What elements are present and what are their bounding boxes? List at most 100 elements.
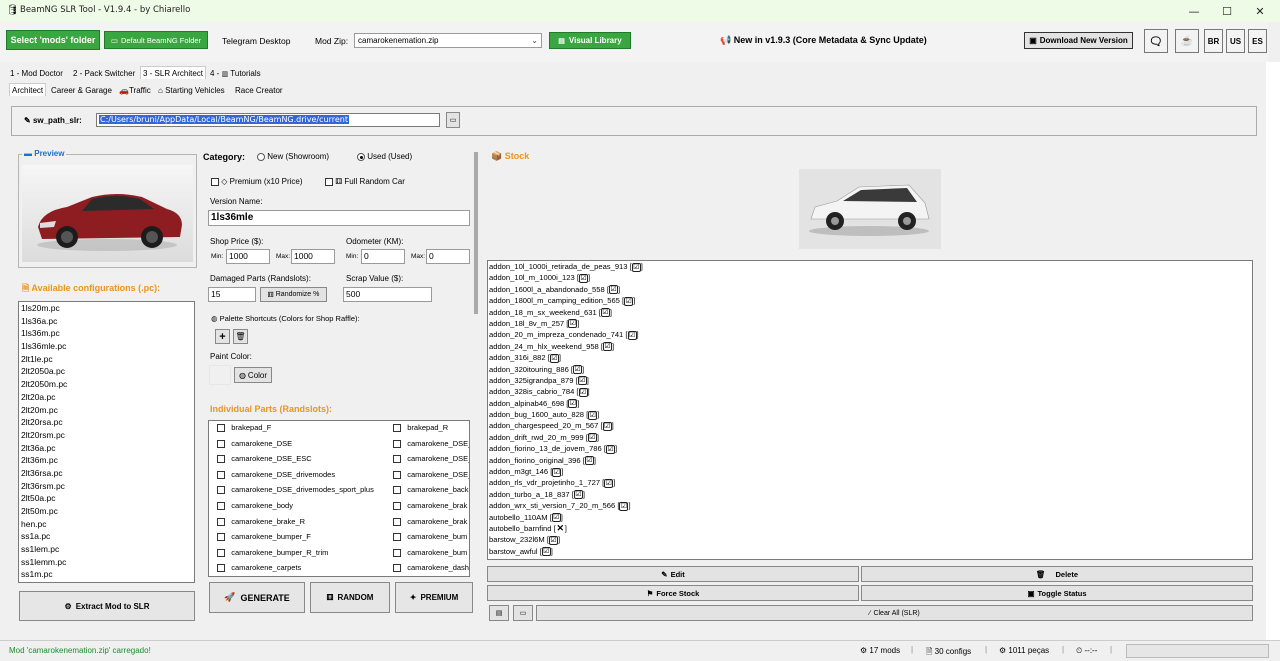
tab-mod-doctor[interactable]: 1 - Mod Doctor (10, 69, 63, 78)
odo-max-input[interactable]: 0 (426, 249, 470, 264)
part-checkbox[interactable]: camarokene_body (217, 501, 387, 511)
list-item[interactable]: ss1m.pc (19, 568, 194, 581)
list-item[interactable]: 2lt36m.pc (19, 454, 194, 467)
part-checkbox[interactable]: camarokene_bumper_F (217, 532, 387, 542)
stock-item[interactable]: addon_24_m_hlx_weekend_958 [☑] (488, 341, 1252, 352)
part-checkbox[interactable]: camarokene_back (393, 485, 469, 495)
part-checkbox[interactable]: camarokene_brak (393, 501, 469, 511)
stock-item[interactable]: addon_bug_1600_auto_828 [☑] (488, 409, 1252, 420)
part-check[interactable] (217, 424, 225, 433)
stock-item[interactable]: addon_20_m_impreza_condenado_741 [☑] (488, 329, 1252, 340)
part-checkbox[interactable]: camarokene_carpets (217, 563, 387, 573)
color-button[interactable]: ◍ Color (234, 367, 272, 383)
stock-item[interactable]: addon_325igrandpa_879 [☑] (488, 375, 1252, 386)
lang-es-button[interactable]: ES (1248, 29, 1267, 53)
premium-button[interactable]: ✦ PREMIUM (395, 582, 473, 613)
stock-item[interactable]: addon_turbo_a_18_837 [☑] (488, 489, 1252, 500)
list-item[interactable]: 2lt36a.pc (19, 442, 194, 455)
price-max-input[interactable]: 1000 (291, 249, 335, 264)
close-button[interactable]: ✕ (1243, 0, 1277, 22)
part-check[interactable] (393, 455, 401, 464)
open-stock-file-button[interactable]: ▤ (489, 605, 509, 621)
clear-all-button[interactable]: ∕ Clear All (SLR) (536, 605, 1253, 621)
tab-tutorials[interactable]: 4 - ▥ Tutorials (210, 69, 261, 78)
stock-item[interactable]: addon_316i_882 [☑] (488, 352, 1252, 363)
generate-button[interactable]: 🚀 GENERATE (209, 582, 305, 613)
random-button[interactable]: ⚅ RANDOM (310, 582, 390, 613)
radio-used[interactable] (357, 152, 365, 161)
part-check[interactable] (217, 470, 225, 479)
list-item[interactable]: ss1a.pc (19, 530, 194, 543)
subtab-traffic[interactable]: 🚗Traffic (119, 86, 151, 95)
stock-item[interactable]: addon_328is_cabrio_784 [☑] (488, 386, 1252, 397)
list-item[interactable]: 2lt20a.pc (19, 391, 194, 404)
list-item[interactable]: 2lt2050a.pc (19, 365, 194, 378)
add-palette-button[interactable]: + (215, 329, 230, 344)
premium-checkbox[interactable]: ◇ Premium (x10 Price) (211, 177, 303, 186)
part-checkbox[interactable]: camarokene_DSE_ (393, 470, 469, 479)
part-check[interactable] (217, 533, 225, 542)
part-checkbox[interactable]: camarokene_dash (393, 563, 469, 573)
part-checkbox[interactable]: camarokene_bum (393, 532, 469, 542)
category-new-radio[interactable]: New (Showroom) (257, 152, 329, 161)
list-item[interactable]: 1ls36a.pc (19, 315, 194, 328)
parts-list[interactable]: brakepad_F brakepad_R camarokene_DSE cam… (208, 420, 470, 577)
radio-new[interactable] (257, 152, 265, 161)
open-stock-folder-button[interactable]: ▭ (513, 605, 533, 621)
tab-pack-switcher[interactable]: 2 - Pack Switcher (73, 69, 135, 78)
visual-library-button[interactable]: ▤ Visual Library (549, 32, 631, 49)
stock-item[interactable]: barstow_awful [☑] (488, 546, 1252, 557)
stock-item[interactable]: addon_18l_8v_m_257 [☑] (488, 318, 1252, 329)
list-item[interactable]: 1ls20m.pc (19, 302, 194, 315)
part-check[interactable] (217, 502, 225, 511)
part-checkbox[interactable]: camarokene_brak (393, 517, 469, 526)
select-mods-folder-button[interactable]: Select 'mods' folder (6, 30, 100, 50)
part-check[interactable] (393, 517, 401, 526)
subtab-starting-vehicles[interactable]: ⌂ Starting Vehicles (158, 86, 225, 95)
delete-palette-button[interactable]: 🗑 (233, 329, 248, 344)
configs-list[interactable]: 1ls20m.pc 1ls36a.pc 1ls36m.pc 1ls36mle.pc 2l… (18, 301, 195, 583)
part-checkbox[interactable]: camarokene_bumper_R_trim (217, 548, 387, 557)
stock-item[interactable]: addon_chargespeed_20_m_567 [☑] (488, 420, 1252, 431)
part-check[interactable] (393, 564, 401, 573)
stock-item[interactable]: addon_10l_m_1000i_123 [☑] (488, 272, 1252, 283)
list-item[interactable]: 1ls36mle.pc (19, 340, 194, 353)
category-used-radio[interactable]: Used (Used) (357, 152, 412, 161)
maximize-button[interactable]: ☐ (1210, 0, 1244, 22)
list-item[interactable]: 2lt20m.pc (19, 404, 194, 417)
subtab-race-creator[interactable]: Race Creator (235, 86, 283, 95)
stock-item[interactable]: addon_1600l_a_abandonado_558 [☑] (488, 284, 1252, 295)
list-item[interactable]: 2lt36rsm.pc (19, 480, 194, 493)
tab-slr-architect[interactable]: 3 - SLR Architect (140, 66, 207, 79)
part-checkbox[interactable]: camarokene_bum (393, 548, 469, 557)
part-checkbox[interactable]: camarokene_DSE_ESC (217, 454, 387, 464)
stock-item[interactable]: addon_m3gt_146 [☑] (488, 466, 1252, 477)
stock-item[interactable]: addon_fiorino_13_de_jovem_786 [☑] (488, 443, 1252, 454)
list-item[interactable]: 2lt36rsa.pc (19, 467, 194, 480)
coffee-button[interactable]: ☕ (1175, 29, 1199, 53)
lang-us-button[interactable]: US (1226, 29, 1245, 53)
damaged-input[interactable]: 15 (208, 287, 256, 302)
stock-item[interactable]: addon_drift_rwd_20_m_999 [☑] (488, 432, 1252, 443)
part-checkbox[interactable]: camarokene_DSE_drivemodes (217, 470, 387, 479)
list-item[interactable]: 2lt50a.pc (19, 492, 194, 505)
part-checkbox[interactable]: camarokene_DSE_ (393, 454, 469, 464)
form-scrollbar[interactable] (474, 152, 478, 314)
list-item[interactable]: ss1lem.pc (19, 543, 194, 556)
stock-item[interactable]: barstow_232l6M [☑] (488, 534, 1252, 545)
subtab-career-garage[interactable]: Career & Garage (51, 86, 112, 95)
part-check[interactable] (217, 517, 225, 526)
list-item[interactable]: 2lt20rsm.pc (19, 429, 194, 442)
part-checkbox[interactable]: camarokene_DSE_ (393, 439, 469, 448)
path-input[interactable]: C:/Users/bruni/AppData/Local/BeamNG/Beam… (96, 113, 440, 127)
paint-color-swatch[interactable] (209, 365, 231, 385)
list-item[interactable]: ss1lemm.pc (19, 556, 194, 569)
randomize-button[interactable]: ⚅ Randomize % (260, 287, 327, 302)
full-random-checkbox[interactable]: ⚅ Full Random Car (325, 177, 405, 186)
minimize-button[interactable]: — (1177, 0, 1211, 22)
part-checkbox[interactable]: camarokene_DSE_drivemodes_sport_plus (217, 485, 387, 495)
part-checkbox[interactable]: brakepad_R (393, 423, 469, 433)
mod-zip-select[interactable]: camarokenemation.zip ⌄ (354, 33, 542, 48)
subtab-architect[interactable]: Architect (9, 83, 47, 96)
stock-item[interactable]: addon_18_m_sx_weekend_631 [☑] (488, 307, 1252, 318)
